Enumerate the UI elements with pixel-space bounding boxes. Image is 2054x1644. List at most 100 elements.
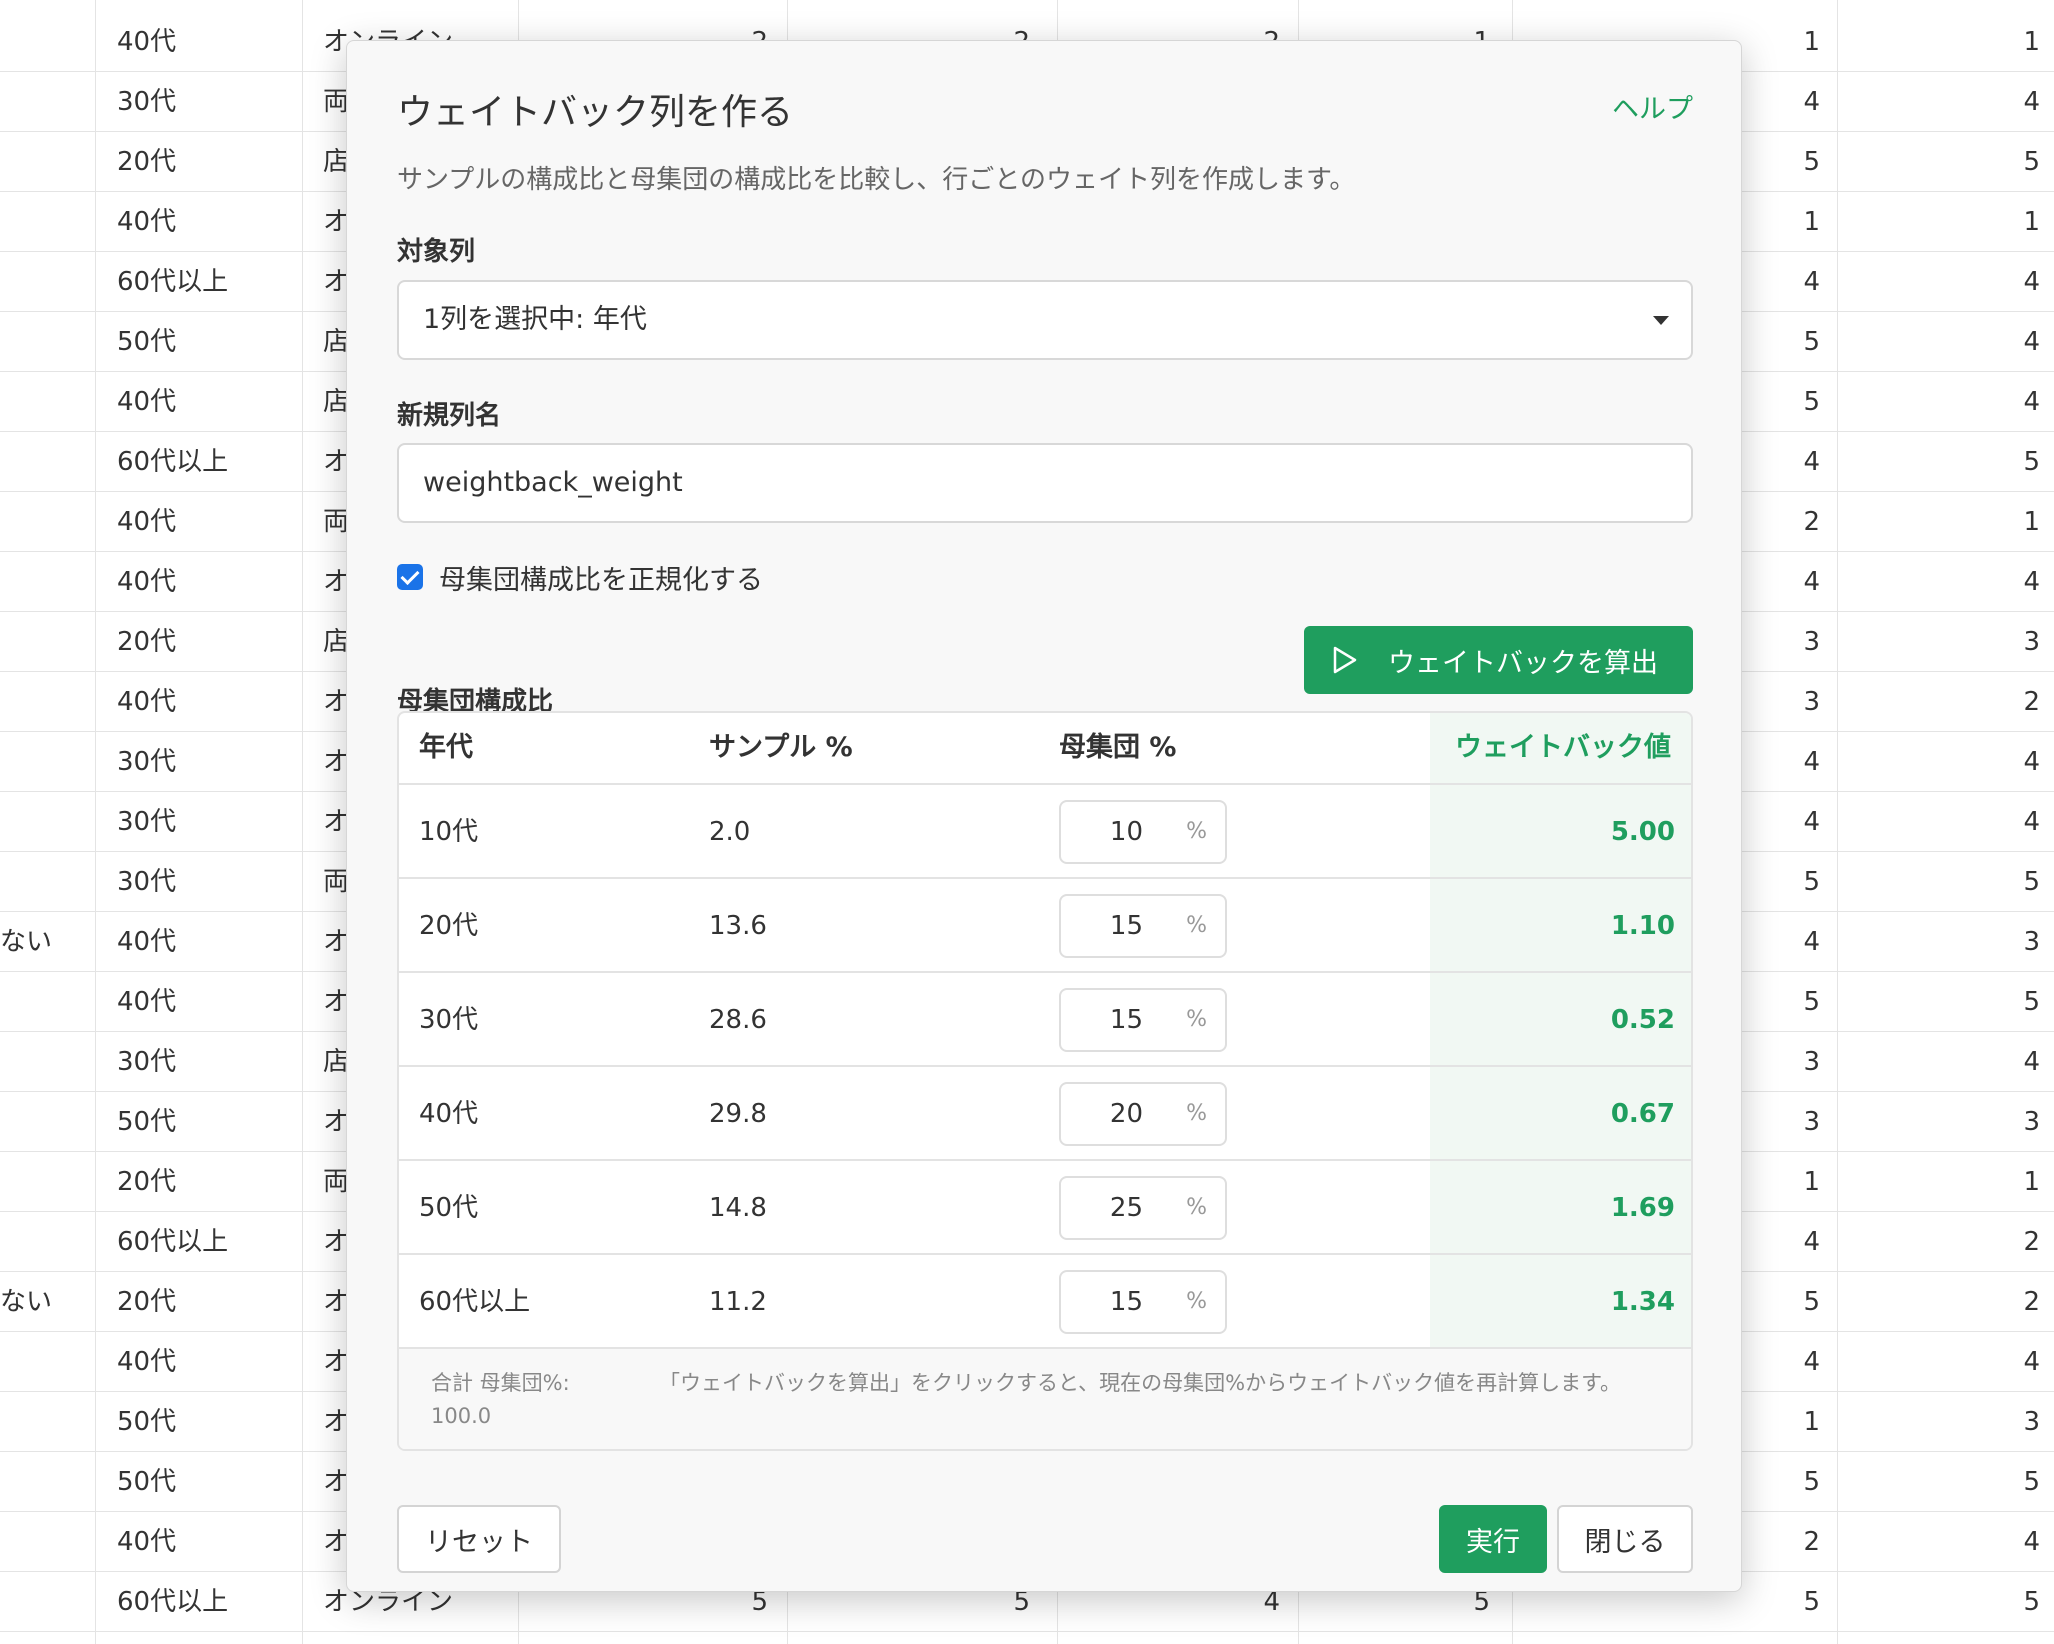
cell-age[interactable]: 40代 [117, 492, 297, 552]
cell-number[interactable]: 5 [1840, 972, 2040, 1032]
cell-number[interactable]: 2 [1840, 672, 2040, 732]
cell-number[interactable]: 5 [1840, 852, 2040, 912]
population-percent-input[interactable]: 15% [1059, 1270, 1227, 1334]
cell-age[interactable]: 30代 [117, 72, 297, 132]
cell-number[interactable]: 3 [1840, 612, 2040, 672]
cell-age[interactable]: 40代 [117, 1512, 297, 1572]
cell-extra[interactable] [0, 312, 90, 372]
cell-extra[interactable] [0, 132, 90, 192]
cell-number[interactable]: 3 [1840, 1092, 2040, 1152]
cell-age[interactable]: 40代 [117, 672, 297, 732]
cell-number[interactable]: 4 [1840, 372, 2040, 432]
calculate-weightback-button[interactable]: ウェイトバックを算出 [1304, 626, 1693, 694]
cell-extra[interactable] [0, 1152, 90, 1212]
population-percent-input[interactable]: 15% [1059, 894, 1227, 958]
cell-extra[interactable] [0, 1512, 90, 1572]
cell-extra[interactable] [0, 432, 90, 492]
cell-extra[interactable] [0, 792, 90, 852]
ratio-age: 30代 [419, 1005, 479, 1035]
cell-age[interactable]: 40代 [117, 12, 297, 72]
cell-number[interactable]: 3 [1840, 912, 2040, 972]
cell-age[interactable]: 20代 [117, 612, 297, 672]
cell-extra[interactable]: ない [0, 912, 90, 972]
cell-age[interactable]: 60代以上 [117, 432, 297, 492]
cell-number[interactable]: 5 [1840, 432, 2040, 492]
population-percent-input[interactable]: 10% [1059, 800, 1227, 864]
cell-extra[interactable] [0, 1212, 90, 1272]
normalize-checkbox[interactable] [397, 564, 423, 590]
cell-extra[interactable] [0, 1452, 90, 1512]
cell-extra[interactable] [0, 1392, 90, 1452]
cell-number[interactable]: 5 [1840, 1452, 2040, 1512]
cell-number[interactable]: 4 [1840, 792, 2040, 852]
cell-age[interactable]: 30代 [117, 732, 297, 792]
cell-number[interactable]: 4 [1840, 312, 2040, 372]
cell-age[interactable]: 40代 [117, 1332, 297, 1392]
cell-number[interactable]: 4 [1840, 1512, 2040, 1572]
cell-extra[interactable] [0, 852, 90, 912]
run-button[interactable]: 実行 [1439, 1505, 1547, 1573]
cell-age[interactable]: 60代以上 [117, 252, 297, 312]
cell-age[interactable]: 30代 [117, 1032, 297, 1092]
cell-extra[interactable] [0, 1092, 90, 1152]
normalize-checkbox-label: 母集団構成比を正規化する [439, 564, 763, 596]
cell-number[interactable]: 1 [1840, 12, 2040, 72]
cell-extra[interactable] [0, 552, 90, 612]
population-percent-input[interactable]: 15% [1059, 988, 1227, 1052]
cell-age[interactable]: 20代 [117, 1272, 297, 1332]
cell-extra[interactable] [0, 72, 90, 132]
cell-number[interactable]: 1 [1840, 192, 2040, 252]
cell-extra[interactable] [0, 1332, 90, 1392]
close-button[interactable]: 閉じる [1557, 1505, 1693, 1573]
cell-extra[interactable] [0, 252, 90, 312]
cell-number[interactable]: 4 [1840, 72, 2040, 132]
cell-age[interactable]: 50代 [117, 312, 297, 372]
cell-number[interactable]: 3 [1840, 1392, 2040, 1452]
cell-age[interactable]: 20代 [117, 132, 297, 192]
cell-age[interactable]: 50代 [117, 1392, 297, 1452]
help-link[interactable]: ヘルプ [1612, 87, 1693, 126]
cell-age[interactable]: 50代 [117, 1452, 297, 1512]
cell-age[interactable]: 40代 [117, 912, 297, 972]
normalize-option[interactable]: 母集団構成比を正規化する [397, 557, 763, 597]
cell-number[interactable]: 4 [1840, 1332, 2040, 1392]
reset-button[interactable]: リセット [397, 1505, 561, 1573]
cell-extra[interactable] [0, 12, 90, 72]
cell-extra[interactable] [0, 672, 90, 732]
cell-age[interactable]: 40代 [117, 972, 297, 1032]
cell-age[interactable]: 40代 [117, 552, 297, 612]
cell-extra[interactable] [0, 732, 90, 792]
cell-extra[interactable]: ない [0, 1272, 90, 1332]
cell-extra[interactable] [0, 612, 90, 672]
cell-number[interactable]: 1 [1840, 492, 2040, 552]
target-column-select[interactable]: 1列を選択中: 年代 [397, 280, 1693, 360]
cell-number[interactable]: 2 [1840, 1272, 2040, 1332]
new-column-name-input[interactable]: weightback_weight [397, 443, 1693, 523]
cell-age[interactable]: 60代以上 [117, 1572, 297, 1632]
population-percent-input[interactable]: 20% [1059, 1082, 1227, 1146]
cell-age[interactable]: 50代 [117, 1092, 297, 1152]
cell-number[interactable]: 5 [1840, 132, 2040, 192]
cell-extra[interactable] [0, 492, 90, 552]
cell-age[interactable]: 40代 [117, 192, 297, 252]
population-percent-input[interactable]: 25% [1059, 1176, 1227, 1240]
cell-extra[interactable] [0, 192, 90, 252]
cell-age[interactable]: 20代 [117, 1152, 297, 1212]
cell-age[interactable]: 60代以上 [117, 1212, 297, 1272]
cell-number[interactable]: 1 [1840, 1152, 2040, 1212]
cell-number[interactable]: 2 [1840, 1212, 2040, 1272]
ratio-sample-percent: 29.8 [709, 1099, 767, 1129]
cell-extra[interactable] [0, 972, 90, 1032]
cell-age[interactable]: 30代 [117, 792, 297, 852]
cell-extra[interactable] [0, 1572, 90, 1632]
cell-number[interactable]: 5 [1840, 1572, 2040, 1632]
cell-number[interactable]: 4 [1840, 252, 2040, 312]
cell-number[interactable]: 4 [1840, 1032, 2040, 1092]
table-footer: 合計 母集団%: 100.0 「ウェイトバックを算出」をクリックすると、現在の母… [399, 1349, 1691, 1449]
cell-age[interactable]: 40代 [117, 372, 297, 432]
cell-extra[interactable] [0, 1032, 90, 1092]
cell-number[interactable]: 4 [1840, 552, 2040, 612]
cell-extra[interactable] [0, 372, 90, 432]
cell-number[interactable]: 4 [1840, 732, 2040, 792]
cell-age[interactable]: 30代 [117, 852, 297, 912]
